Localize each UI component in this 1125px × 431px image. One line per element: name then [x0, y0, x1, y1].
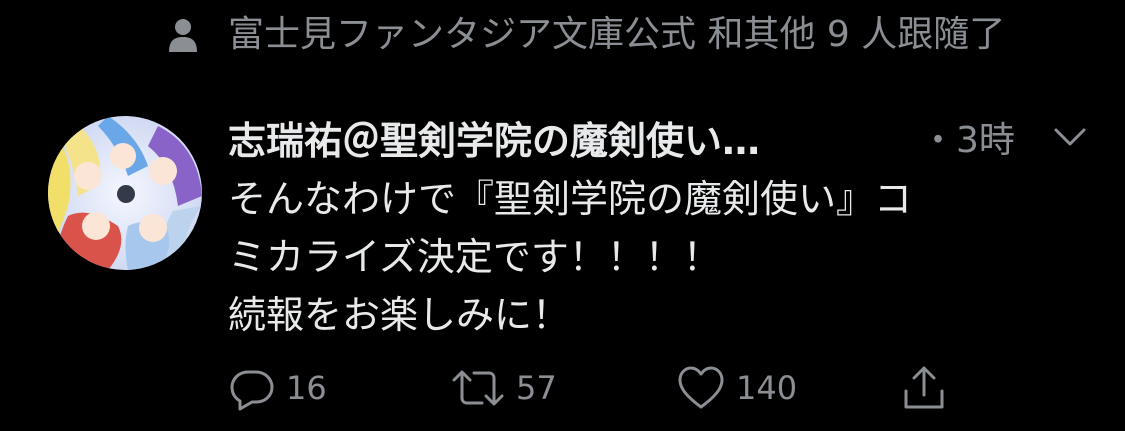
retweet-count: 57 — [516, 369, 557, 407]
avatar-illustration — [48, 116, 202, 270]
reply-button[interactable]: 16 — [228, 360, 327, 416]
tweet-text-line: ミカライズ決定です！！！！ — [228, 235, 721, 279]
person-icon — [169, 19, 197, 52]
author-name[interactable]: 志瑞祐＠聖剣学院の魔剣使い… — [228, 110, 880, 165]
social-context-text: 富士見ファンタジア文庫公式 和其他 9 人跟隨了 — [228, 14, 1006, 55]
retweet-button[interactable]: 57 — [450, 360, 557, 416]
reply-count: 16 — [286, 369, 327, 407]
tweet-header: 志瑞祐＠聖剣学院の魔剣使い… ・3時 — [228, 108, 1088, 166]
like-count: 140 — [736, 369, 798, 407]
share-button[interactable] — [900, 360, 948, 416]
retweet-icon — [452, 370, 504, 406]
chevron-down-icon[interactable] — [1052, 122, 1088, 152]
like-button[interactable]: 140 — [676, 360, 797, 416]
tweet-text-line: 続報をお楽しみに！ — [228, 293, 571, 337]
avatar[interactable] — [48, 116, 202, 270]
social-context[interactable]: 富士見ファンタジア文庫公式 和其他 9 人跟隨了 — [168, 12, 1068, 58]
reply-icon — [230, 370, 274, 411]
tweet-text-line: そんなわけで『聖剣学院の魔剣使い』コ — [228, 177, 913, 221]
heart-icon — [678, 366, 724, 409]
tweet-text: そんなわけで『聖剣学院の魔剣使い』コ ミカライズ決定です！！！！ 続報をお楽しみ… — [228, 170, 1078, 344]
tweet-timestamp[interactable]: ・3時 — [920, 111, 1015, 163]
tweet-actions: 16 57 140 — [228, 360, 968, 416]
share-icon — [904, 366, 944, 409]
